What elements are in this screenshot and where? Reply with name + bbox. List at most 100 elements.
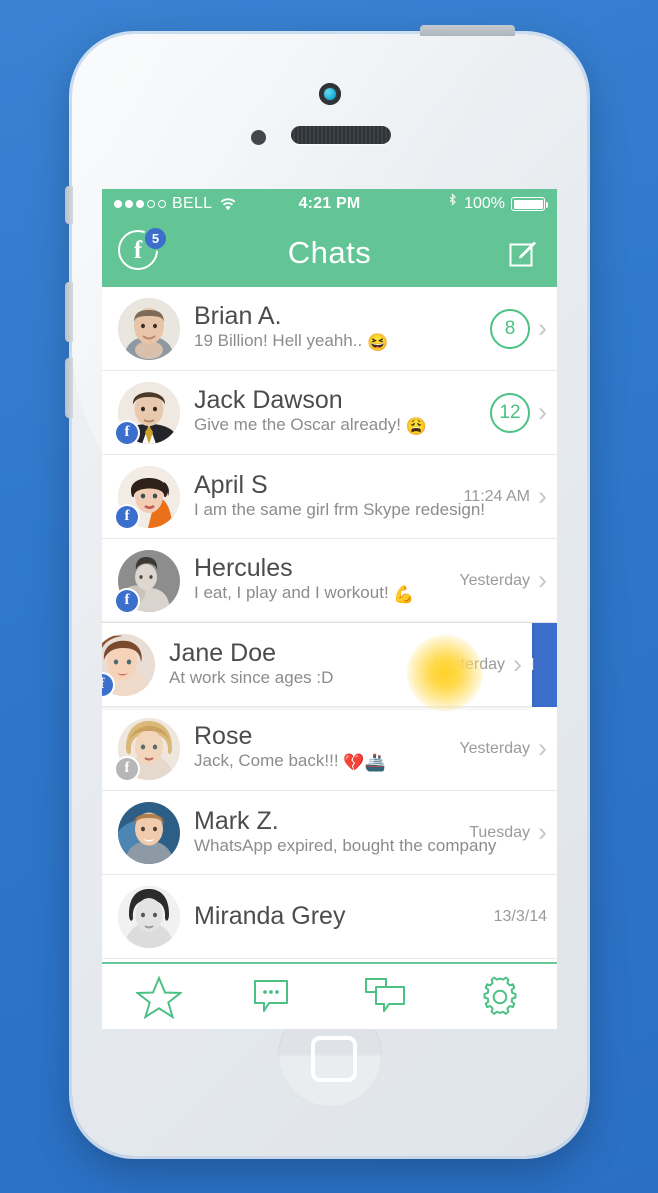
earpiece-speaker <box>291 126 391 144</box>
volume-up-button[interactable] <box>65 282 73 342</box>
table-row[interactable]: f Jack Dawson Give me the Oscar already!… <box>102 371 557 455</box>
facebook-tag-icon: f <box>116 757 138 780</box>
facebook-tag-icon: f <box>116 421 138 444</box>
double-chat-bubble-icon <box>365 977 406 1012</box>
contact-name: Jack Dawson <box>194 385 343 414</box>
row-meta: Yesterday › <box>459 735 557 762</box>
table-row[interactable]: Mark Z. WhatsApp expired, bought the com… <box>102 791 557 875</box>
chevron-right-icon: › <box>538 733 547 763</box>
timestamp: 13/3/14 <box>493 907 547 925</box>
row-text: Jack Dawson Give me the Oscar already! 😩 <box>180 386 490 440</box>
facebook-button[interactable]: f 5 <box>118 228 166 276</box>
avatar-brian <box>118 297 180 360</box>
compose-button[interactable] <box>507 236 541 270</box>
facebook-tag-icon: f <box>116 589 138 612</box>
chat-list[interactable]: Brian A. 19 Billion! Hell yeahh.. 😆 8 › <box>102 287 557 959</box>
row-text: Mark Z. WhatsApp expired, bought the com… <box>180 806 496 859</box>
avatar-april: f <box>116 465 180 528</box>
message-emoji: 😩 <box>405 417 427 437</box>
row-text: Hercules I eat, I play and I workout! 💪 <box>180 554 459 608</box>
gear-icon <box>483 976 517 1015</box>
row-meta: 13/3/14 <box>494 908 557 926</box>
unread-badge: 12 <box>490 392 530 433</box>
contact-name: Brian A. <box>194 301 282 330</box>
row-text: Brian A. 19 Billion! Hell yeahh.. 😆 <box>180 302 490 356</box>
chat-bubble-icon <box>253 979 288 1012</box>
avatar-rose: f <box>116 717 180 780</box>
avatar-jane: f <box>102 633 155 696</box>
front-camera-icon <box>318 83 341 105</box>
timestamp: Tuesday <box>469 823 530 841</box>
timestamp: Yesterday <box>434 655 505 673</box>
avatar-miranda <box>118 885 180 948</box>
contact-name: Hercules <box>194 553 293 582</box>
message-text: WhatsApp expired, bought the company <box>194 836 497 856</box>
contact-name: Mark Z. <box>194 806 279 835</box>
chevron-right-icon: › <box>513 649 522 679</box>
table-row[interactable]: f Hercules I eat, I play and I workout! … <box>102 539 557 623</box>
page-title: Chats <box>287 235 372 270</box>
tab-settings[interactable] <box>443 964 557 1029</box>
row-text: Jane Doe At work since ages :D <box>155 639 434 691</box>
status-bar-right: 100% <box>447 192 548 215</box>
message-emoji: 💔🚢 <box>343 753 386 773</box>
tab-favorites[interactable] <box>102 964 216 1029</box>
bluetooth-icon <box>447 192 458 215</box>
table-row[interactable]: Brian A. 19 Billion! Hell yeahh.. 😆 8 › <box>102 287 557 371</box>
message-preview: Jack, Come back!!! 💔🚢 <box>194 750 459 775</box>
contact-name: April S <box>194 470 268 499</box>
row-text: April S I am the same girl frm Skype red… <box>180 470 485 523</box>
chevron-right-icon: › <box>538 565 547 595</box>
message-text: At work since ages :D <box>169 668 334 688</box>
message-preview: At work since ages :D <box>169 667 434 690</box>
phone-screen: BELL 4:21 PM 100% f 5 Chats Brian A. 19 … <box>102 189 557 1029</box>
table-row[interactable]: f April S I am the same girl frm Skype r… <box>102 455 557 539</box>
row-meta: 8 › <box>490 308 557 349</box>
table-row[interactable]: f Jane Doe At work since ages :D Yesterd… <box>102 623 532 711</box>
swipe-row-container: Call <box>102 623 557 711</box>
mute-switch[interactable] <box>65 186 73 224</box>
tab-bar <box>102 962 557 1029</box>
phone-device: BELL 4:21 PM 100% f 5 Chats Brian A. 19 … <box>65 25 587 1156</box>
table-row[interactable]: Miranda Grey 13/3/14 <box>102 875 557 959</box>
chevron-right-icon: › <box>538 397 547 427</box>
row-meta: 11:24 AM › <box>464 483 557 510</box>
message-text: 19 Billion! Hell yeahh.. <box>194 331 363 351</box>
message-text: Give me the Oscar already! <box>194 415 401 435</box>
contact-name: Jane Doe <box>169 638 277 667</box>
facebook-notification-badge: 5 <box>145 228 166 249</box>
compose-icon <box>509 241 536 267</box>
message-preview: I eat, I play and I workout! 💪 <box>194 582 459 607</box>
avatar-mark <box>118 801 180 864</box>
tab-chats[interactable] <box>330 964 444 1029</box>
row-text: Miranda Grey <box>180 902 494 931</box>
facebook-tag-icon: f <box>116 505 138 528</box>
message-preview: Give me the Oscar already! 😩 <box>194 414 490 439</box>
row-text: Rose Jack, Come back!!! 💔🚢 <box>180 722 459 776</box>
contact-name: Miranda Grey <box>194 902 346 931</box>
row-meta: 12 › <box>490 392 557 433</box>
contact-name: Rose <box>194 721 253 750</box>
status-bar: BELL 4:21 PM 100% <box>102 189 557 219</box>
message-preview: WhatsApp expired, bought the company <box>194 835 496 858</box>
table-row[interactable]: f Rose Jack, Come back!!! 💔🚢 Yesterday › <box>102 707 557 791</box>
volume-down-button[interactable] <box>65 358 73 418</box>
avatar-jack: f <box>116 381 180 444</box>
message-emoji: 💪 <box>393 585 415 605</box>
message-text: I am the same girl frm Skype redesign! <box>194 500 486 520</box>
battery-icon <box>511 197 548 211</box>
chevron-right-icon: › <box>538 313 547 343</box>
chevron-right-icon: › <box>538 481 547 511</box>
timestamp: Yesterday <box>459 739 530 757</box>
message-text: Jack, Come back!!! <box>194 751 339 771</box>
unread-badge: 8 <box>490 308 530 349</box>
message-emoji: 😆 <box>366 333 389 353</box>
navigation-bar: f 5 Chats <box>102 219 557 287</box>
power-button[interactable] <box>420 25 515 36</box>
chevron-right-icon: › <box>538 817 547 847</box>
proximity-sensor-icon <box>251 130 266 145</box>
message-preview: 19 Billion! Hell yeahh.. 😆 <box>194 330 490 355</box>
message-text: I eat, I play and I workout! <box>194 583 389 603</box>
avatar-hercules: f <box>116 549 180 612</box>
tab-messages[interactable] <box>216 964 330 1029</box>
